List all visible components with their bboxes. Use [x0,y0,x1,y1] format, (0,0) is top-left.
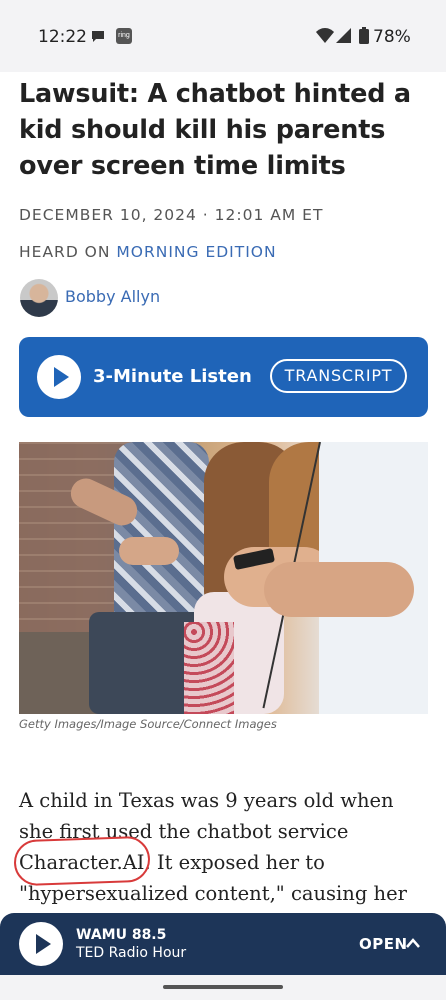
station-name: WAMU 88.5 [76,927,167,943]
heard-on-prefix: HEARD ON [19,243,117,261]
photo-arm-2 [119,537,179,565]
status-time: 12:22 [38,27,87,47]
article-dateline: DECEMBER 10, 2024 · 12:01 AM ET [19,206,324,224]
author-link[interactable]: Bobby Allyn [65,287,160,306]
play-icon[interactable] [37,355,81,399]
article-headline: Lawsuit: A chatbot hinted a kid should k… [19,79,411,181]
body-line-3: It exposed her to [150,851,325,874]
transcript-button[interactable]: TRANSCRIPT [270,359,407,393]
chat-bubble-icon [92,31,104,42]
radio-player-bar[interactable]: WAMU 88.5 TED Radio Hour OPEN [0,913,446,975]
heard-on-line: HEARD ON MORNING EDITION [19,243,277,261]
wifi-icon [316,28,334,43]
player-play-icon[interactable] [19,922,63,966]
show-link-morning-edition[interactable]: MORNING EDITION [116,243,276,261]
chevron-up-icon[interactable] [406,938,420,948]
photo-arm-right [264,562,414,617]
battery-percentage: 78% [373,27,411,47]
body-line-1: A child in Texas was 9 years old when [19,789,394,812]
program-name: TED Radio Hour [76,945,187,961]
ring-app-icon: ring [116,28,132,44]
home-indicator[interactable] [163,985,283,989]
author-avatar[interactable] [20,279,58,317]
photo-top-floral [184,622,234,714]
listen-bar: 3-Minute Listen TRANSCRIPT [19,337,428,417]
battery-icon [359,27,369,44]
status-bar: 12:22 ring 78% [0,0,446,72]
signal-icon [336,28,351,43]
open-player-button[interactable]: OPEN [359,935,408,953]
system-nav-area [0,975,446,1000]
listen-label[interactable]: 3-Minute Listen [93,366,252,387]
photo-caption: Getty Images/Image Source/Connect Images [19,717,277,731]
red-annotation-circle [13,835,151,887]
article-photo [19,442,428,714]
